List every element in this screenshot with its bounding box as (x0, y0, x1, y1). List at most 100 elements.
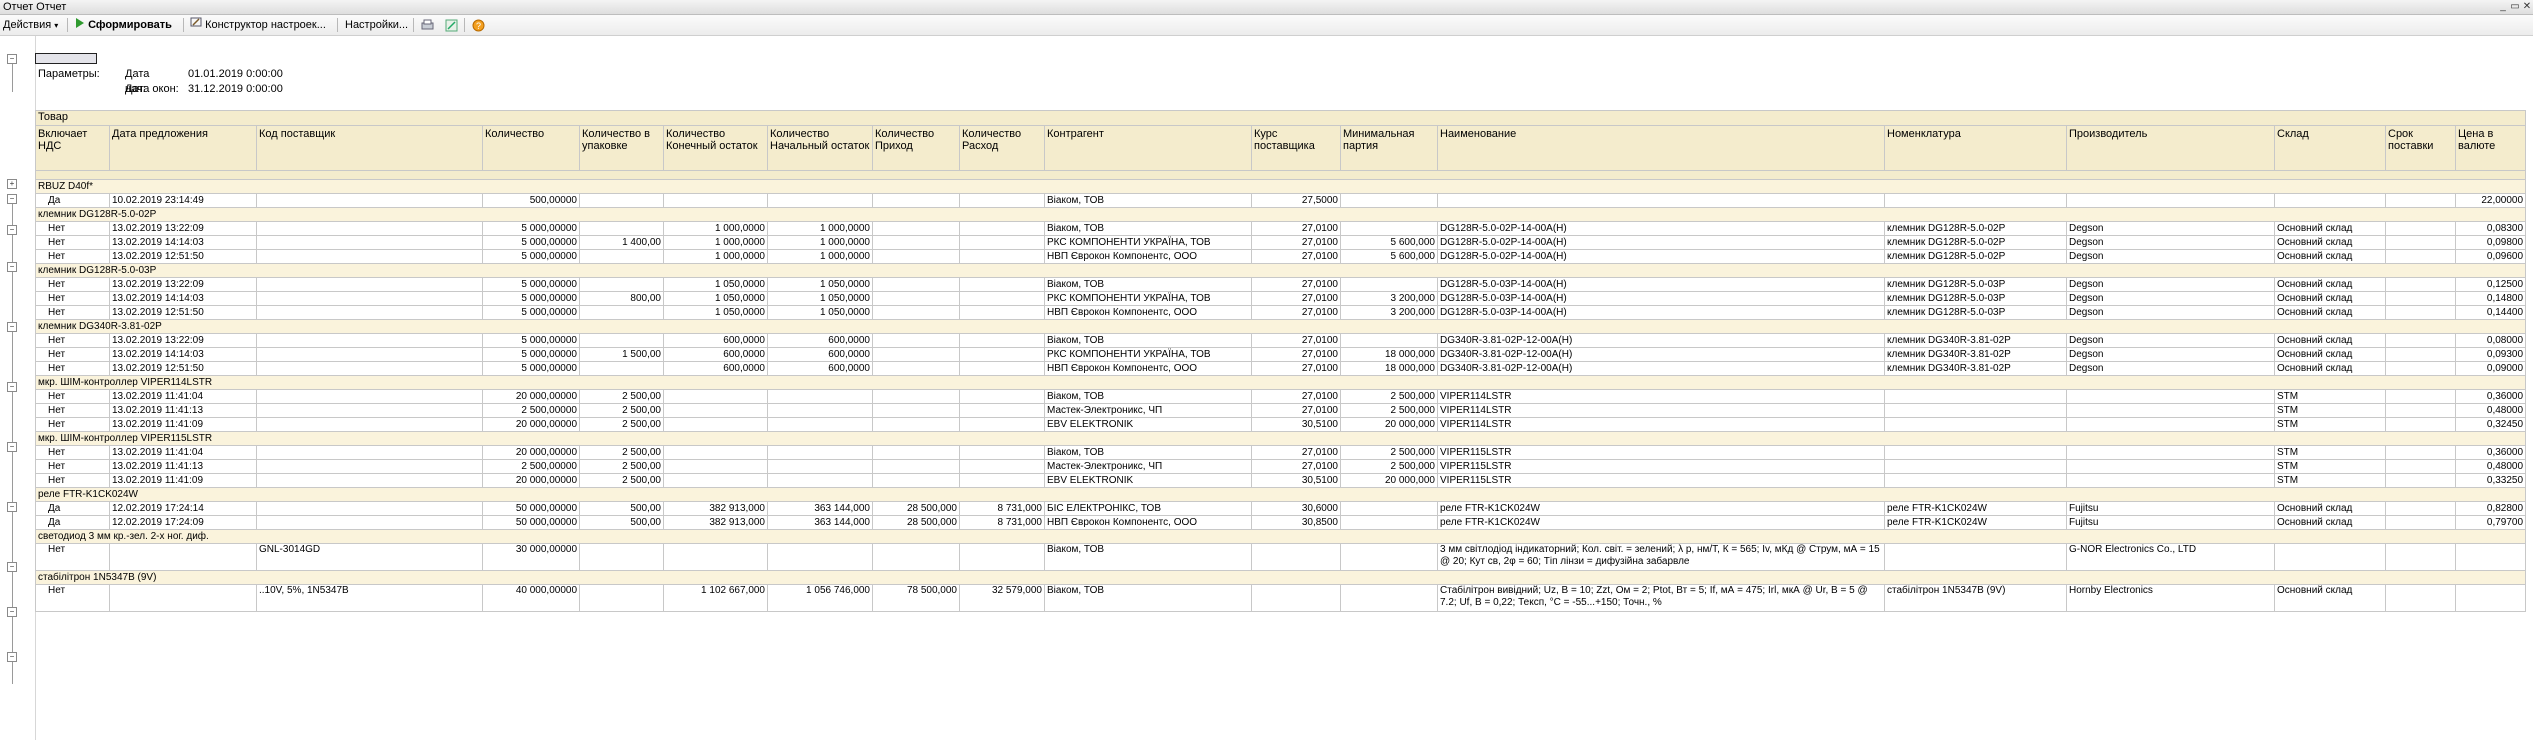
table-cell (1340, 501, 1438, 516)
column-header[interactable]: Наименование (1437, 125, 1885, 171)
table-row[interactable]: Да 12.02.2019 17:24:14 50 000,00000 500,00 3… (35, 501, 2527, 516)
table-row[interactable]: Нет 13.02.2019 14:14:03 5 000,00000 1 500,0… (35, 347, 2527, 362)
table-cell: 0,08000 (2454, 333, 2527, 348)
table-cell: Нет (35, 277, 110, 292)
constructor-button[interactable]: Конструктор настроек... (190, 15, 326, 35)
column-header[interactable]: Количество Конечный остаток (663, 125, 768, 171)
column-header[interactable]: Контрагент (1044, 125, 1252, 171)
table-cell: 600,0000 (767, 361, 873, 376)
table-cell: реле FTR-K1CK024W (1437, 501, 1885, 516)
table-cell: Мастек-Электроникс, ЧП (1044, 459, 1252, 474)
print-icon[interactable] (421, 15, 434, 35)
restore-icon[interactable]: ▭ (2509, 0, 2521, 14)
collapse-all-icon[interactable]: − (7, 54, 17, 64)
toolbar-separator (337, 18, 338, 32)
table-cell (2385, 403, 2456, 418)
table-cell: 28 500,000 (872, 501, 960, 516)
table-cell: Нет (35, 584, 110, 612)
close-icon[interactable]: ✕ (2521, 0, 2533, 14)
column-header[interactable]: Склад (2274, 125, 2386, 171)
actions-menu[interactable]: Действия ▾ (3, 15, 58, 36)
column-header[interactable]: Включает НДС (35, 125, 110, 171)
collapse-icon[interactable]: − (7, 194, 17, 204)
settings-button[interactable]: Настройки... (345, 15, 408, 35)
group-header-cell: Товар (34, 110, 2527, 126)
group-row[interactable]: мкр. ШІМ-контроллер VIPER114LSTR (34, 375, 2527, 390)
collapse-icon[interactable]: − (7, 562, 17, 572)
collapse-icon[interactable]: − (7, 442, 17, 452)
selected-cell[interactable] (35, 53, 97, 67)
column-header[interactable]: Курс поставщика (1251, 125, 1341, 171)
table-row[interactable]: Нет 13.02.2019 14:14:03 5 000,00000 1 400,0… (35, 235, 2527, 250)
group-row[interactable]: клемник DG128R-5.0-02P (34, 207, 2527, 222)
table-cell: 13.02.2019 13:22:09 (109, 277, 257, 292)
table-row[interactable]: Да 12.02.2019 17:24:09 50 000,00000 500,00 3… (35, 515, 2527, 530)
help-icon[interactable]: ? (472, 15, 485, 35)
table-cell (579, 249, 664, 264)
table-row[interactable]: Нет 13.02.2019 13:22:09 5 000,00000 600,000… (35, 333, 2527, 348)
table-row[interactable]: Нет 13.02.2019 11:41:04 20 000,00000 2 500,… (35, 389, 2527, 404)
column-header[interactable]: Цена в валюте (2454, 125, 2527, 171)
table-row[interactable]: Нет 13.02.2019 11:41:04 20 000,00000 2 500,… (35, 445, 2527, 460)
collapse-icon[interactable]: − (7, 322, 17, 332)
table-cell: 600,0000 (767, 333, 873, 348)
table-row[interactable]: Нет 13.02.2019 14:14:03 5 000,00000 800,00 1… (35, 291, 2527, 306)
column-header[interactable]: Срок поставки (2385, 125, 2456, 171)
export-icon[interactable] (445, 15, 458, 35)
column-header[interactable]: Количество (482, 125, 580, 171)
table-row[interactable]: Нет 13.02.2019 11:41:13 2 500,00000 2 500,0… (35, 403, 2527, 418)
table-row[interactable]: Нет 13.02.2019 12:51:50 5 000,00000 1 050,0… (35, 305, 2527, 320)
column-header[interactable]: Код поставщик (256, 125, 483, 171)
collapse-icon[interactable]: − (7, 262, 17, 272)
table-row[interactable]: Да 10.02.2019 23:14:49 500,00000 Віаком, ТО… (35, 193, 2527, 208)
table-cell: 0,33250 (2454, 473, 2527, 488)
group-row[interactable]: клемник DG128R-5.0-03P (34, 263, 2527, 278)
table-cell: 1 050,0000 (663, 305, 768, 320)
table-row[interactable]: Нет 13.02.2019 13:22:09 5 000,00000 1 050,0… (35, 277, 2527, 292)
table-cell (2385, 277, 2456, 292)
table-cell: Degson (2066, 305, 2275, 320)
column-header[interactable]: Минимальная партия (1340, 125, 1438, 171)
table-cell: 13.02.2019 12:51:50 (109, 249, 257, 264)
collapse-icon[interactable]: − (7, 502, 17, 512)
group-row[interactable]: реле FTR-K1CK024W (34, 487, 2527, 502)
table-row[interactable]: Нет GNL-3014GD 30 000,00000 Віаком, ТОВ 3 мм… (35, 543, 2527, 571)
group-title: мкр. ШІМ-контроллер VIPER114LSTR (34, 375, 2527, 390)
group-row[interactable]: мкр. ШІМ-контроллер VIPER115LSTR (34, 431, 2527, 446)
column-header[interactable]: Дата предложения (109, 125, 257, 171)
group-row[interactable]: клемник DG340R-3.81-02P (34, 319, 2527, 334)
table-row[interactable]: Нет 13.02.2019 12:51:50 5 000,00000 600,000… (35, 361, 2527, 376)
group-row[interactable]: светодиод 3 мм кр.-зел. 2-х ног. диф. (34, 529, 2527, 544)
column-header[interactable]: Количество Начальный остаток (767, 125, 873, 171)
table-cell (872, 193, 960, 208)
column-header[interactable]: Производитель (2066, 125, 2275, 171)
table-cell: 0,48000 (2454, 459, 2527, 474)
column-header[interactable]: Количество Приход (872, 125, 960, 171)
table-cell: 0,36000 (2454, 445, 2527, 460)
collapse-icon[interactable]: − (7, 652, 17, 662)
table-row[interactable]: Нет 13.02.2019 12:51:50 5 000,00000 1 000,0… (35, 249, 2527, 264)
collapse-icon[interactable]: − (7, 607, 17, 617)
table-row[interactable]: Нет 13.02.2019 11:41:09 20 000,00000 2 500,… (35, 473, 2527, 488)
column-header[interactable]: Количество в упаковке (579, 125, 664, 171)
expand-icon[interactable]: + (7, 179, 17, 189)
group-row[interactable]: RBUZ D40f* (34, 179, 2527, 194)
column-header[interactable]: Количество Расход (959, 125, 1045, 171)
table-cell (959, 221, 1045, 236)
table-cell (579, 305, 664, 320)
column-header[interactable]: Номенклатура (1884, 125, 2067, 171)
table-row[interactable]: Нет 13.02.2019 11:41:09 20 000,00000 2 500,… (35, 417, 2527, 432)
table-row[interactable]: Нет 13.02.2019 11:41:13 2 500,00000 2 500,0… (35, 459, 2527, 474)
collapse-icon[interactable]: − (7, 225, 17, 235)
collapse-icon[interactable]: − (7, 382, 17, 392)
minimize-icon[interactable]: _ (2497, 0, 2509, 14)
group-row[interactable]: стабілітрон 1N5347B (9V) (34, 570, 2527, 585)
generate-button[interactable]: Сформировать (75, 15, 172, 35)
table-cell (2454, 584, 2527, 612)
table-cell (663, 459, 768, 474)
table-row[interactable]: Нет 13.02.2019 13:22:09 5 000,00000 1 000,0… (35, 221, 2527, 236)
table-cell (2385, 235, 2456, 250)
table-cell: 28 500,000 (872, 515, 960, 530)
table-row[interactable]: Нет ..10V, 5%, 1N5347B 40 000,00000 1 102 6… (35, 584, 2527, 612)
table-cell: 5 600,000 (1340, 249, 1438, 264)
